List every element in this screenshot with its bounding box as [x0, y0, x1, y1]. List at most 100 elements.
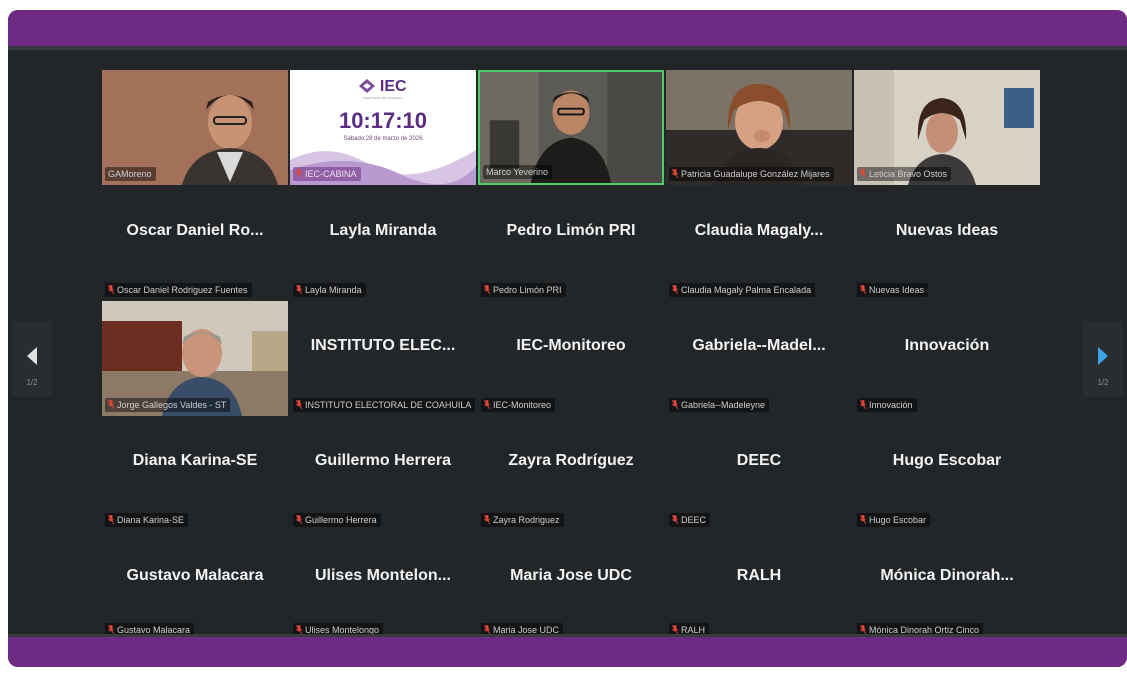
participant-name-tag: IEC-CABINA — [293, 167, 361, 181]
participant-display-name: Mónica Dinorah... — [880, 567, 1014, 584]
mic-muted-icon — [296, 169, 302, 178]
mic-muted-icon — [108, 625, 114, 634]
iec-logo: IEC ELECTORAL DE COAHUILA — [290, 78, 476, 100]
participant-name-tag: Jorge Gallegos Valdes - ST — [105, 398, 231, 412]
participant-tile[interactable]: INSTITUTO ELEC... INSTITUTO ELECTORAL DE… — [290, 301, 476, 416]
participant-display-name: Nuevas Ideas — [895, 222, 999, 239]
participant-display-name: Layla Miranda — [329, 222, 437, 239]
participant-tile[interactable]: Maria Jose UDC Maria Jose UDC — [478, 531, 664, 641]
participant-name-tag: Diana Karina-SE — [105, 513, 189, 527]
participant-name-tag: Gabriela--Madeleyne — [669, 398, 770, 412]
mic-muted-icon — [484, 285, 490, 294]
participant-tile[interactable]: Innovación Innovación — [854, 301, 1040, 416]
meeting-window: 1/2 1/2 GAMoreno IEC ELECTORAL DE COAHUI… — [8, 10, 1127, 667]
participant-tile[interactable]: Diana Karina-SE Diana Karina-SE — [102, 416, 288, 531]
participant-tile[interactable]: Gustavo Malacara Gustavo Malacara — [102, 531, 288, 641]
clock-date: Sábado 28 de marzo de 2026 — [343, 136, 423, 142]
mic-muted-icon — [296, 400, 302, 409]
participant-display-name: Guillermo Herrera — [314, 452, 452, 469]
participant-tile[interactable]: Zayra Rodríguez Zayra Rodriguez — [478, 416, 664, 531]
participant-name-tag: Innovación — [857, 398, 917, 412]
participant-tile[interactable]: Layla Miranda Layla Miranda — [290, 186, 476, 301]
participant-display-name: INSTITUTO ELEC... — [310, 337, 456, 354]
mic-muted-icon — [672, 285, 678, 294]
mic-muted-icon — [484, 400, 490, 409]
clock-time: 10:17:10 — [338, 108, 428, 133]
participant-name-tag: INSTITUTO ELECTORAL DE COAHUILA — [293, 398, 476, 412]
participant-display-name: Pedro Limón PRI — [506, 222, 636, 239]
participant-name-tag: Claudia Magaly Palma Encalada — [669, 283, 816, 297]
video-tile[interactable]: GAMoreno — [102, 70, 288, 185]
participant-tile[interactable]: Ulises Montelon... Ulises Montelongo — [290, 531, 476, 641]
participant-name-tag: Oscar Daniel Rodriguez Fuentes — [105, 283, 252, 297]
participant-tile[interactable]: Oscar Daniel Ro... Oscar Daniel Rodrigue… — [102, 186, 288, 301]
participant-name-tag: Hugo Escobar — [857, 513, 931, 527]
participant-display-name: DEEC — [736, 452, 782, 469]
mic-muted-icon — [108, 400, 114, 409]
participant-display-name: Maria Jose UDC — [510, 567, 632, 584]
participant-name-tag: DEEC — [669, 513, 711, 527]
participant-tile[interactable]: Nuevas Ideas Nuevas Ideas — [854, 186, 1040, 301]
participant-name-tag: IEC-Monitoreo — [481, 398, 556, 412]
participant-name-tag: Guillermo Herrera — [293, 513, 381, 527]
chevron-left-icon — [27, 347, 37, 365]
participant-display-name: RALH — [736, 567, 782, 584]
mic-muted-icon — [860, 400, 866, 409]
iec-logo-subtitle: ELECTORAL DE COAHUILA — [363, 96, 403, 100]
mic-muted-icon — [860, 169, 866, 178]
participant-name-tag: Marco Yeverino — [483, 165, 553, 179]
mic-muted-icon — [672, 515, 678, 524]
participant-tile[interactable]: DEEC DEEC — [666, 416, 852, 531]
mic-muted-icon — [296, 625, 302, 634]
participant-tile[interactable]: Mónica Dinorah... Mónica Dinorah Ortiz C… — [854, 531, 1040, 641]
mic-muted-icon — [672, 625, 678, 634]
participant-tile[interactable]: Hugo Escobar Hugo Escobar — [854, 416, 1040, 531]
iec-logo-text: IEC — [379, 78, 407, 95]
participant-display-name: Hugo Escobar — [892, 452, 1002, 469]
participant-name-tag: Zayra Rodriguez — [481, 513, 564, 527]
iec-logo-icon — [359, 79, 376, 93]
participant-name-tag: GAMoreno — [105, 167, 156, 181]
participant-display-name: Gustavo Malacara — [126, 567, 264, 584]
mic-muted-icon — [860, 515, 866, 524]
top-bar — [8, 10, 1127, 46]
participant-name-tag: Layla Miranda — [293, 283, 366, 297]
video-tile-active-speaker[interactable]: Marco Yeverino — [478, 70, 664, 185]
participant-name-tag: Nuevas Ideas — [857, 283, 929, 297]
mic-muted-icon — [484, 515, 490, 524]
video-tile[interactable]: IEC ELECTORAL DE COAHUILA 10:17:10 Sábad… — [290, 70, 476, 185]
participant-name-tag: Patricia Guadalupe González Mijares — [669, 167, 834, 181]
participant-display-name: Claudia Magaly... — [694, 222, 824, 239]
participant-tile[interactable]: IEC-Monitoreo IEC-Monitoreo — [478, 301, 664, 416]
participant-tile[interactable]: RALH RALH — [666, 531, 852, 641]
participant-tile[interactable]: Guillermo Herrera Guillermo Herrera — [290, 416, 476, 531]
next-page-button[interactable]: 1/2 — [1083, 321, 1123, 397]
mic-muted-icon — [860, 285, 866, 294]
prev-page-indicator: 1/2 — [26, 378, 38, 387]
mic-muted-icon — [296, 515, 302, 524]
mic-muted-icon — [484, 625, 490, 634]
mic-muted-icon — [108, 515, 114, 524]
prev-page-button[interactable]: 1/2 — [12, 321, 52, 397]
mic-muted-icon — [860, 625, 866, 634]
video-tile[interactable]: Patricia Guadalupe González Mijares — [666, 70, 852, 185]
participant-display-name: Oscar Daniel Ro... — [126, 222, 264, 239]
bottom-bar — [8, 637, 1127, 667]
participant-name-tag: Pedro Limón PRI — [481, 283, 566, 297]
mic-muted-icon — [296, 285, 302, 294]
participant-tile[interactable]: Gabriela--Madel... Gabriela--Madeleyne — [666, 301, 852, 416]
chevron-right-icon — [1098, 347, 1108, 365]
participant-display-name: Diana Karina-SE — [132, 452, 258, 469]
next-page-indicator: 1/2 — [1097, 378, 1109, 387]
top-divider — [8, 46, 1127, 50]
participant-tile[interactable]: Pedro Limón PRI Pedro Limón PRI — [478, 186, 664, 301]
participant-display-name: IEC-Monitoreo — [516, 337, 626, 354]
video-tile[interactable]: Jorge Gallegos Valdes - ST — [102, 301, 288, 416]
video-tile[interactable]: Leticia Bravo Ostos — [854, 70, 1040, 185]
participant-tile[interactable]: Claudia Magaly... Claudia Magaly Palma E… — [666, 186, 852, 301]
mic-muted-icon — [672, 400, 678, 409]
participant-name-tag: Leticia Bravo Ostos — [857, 167, 952, 181]
mic-muted-icon — [672, 169, 678, 178]
participant-display-name: Gabriela--Madel... — [692, 337, 826, 354]
participant-display-name: Ulises Montelon... — [314, 567, 451, 584]
